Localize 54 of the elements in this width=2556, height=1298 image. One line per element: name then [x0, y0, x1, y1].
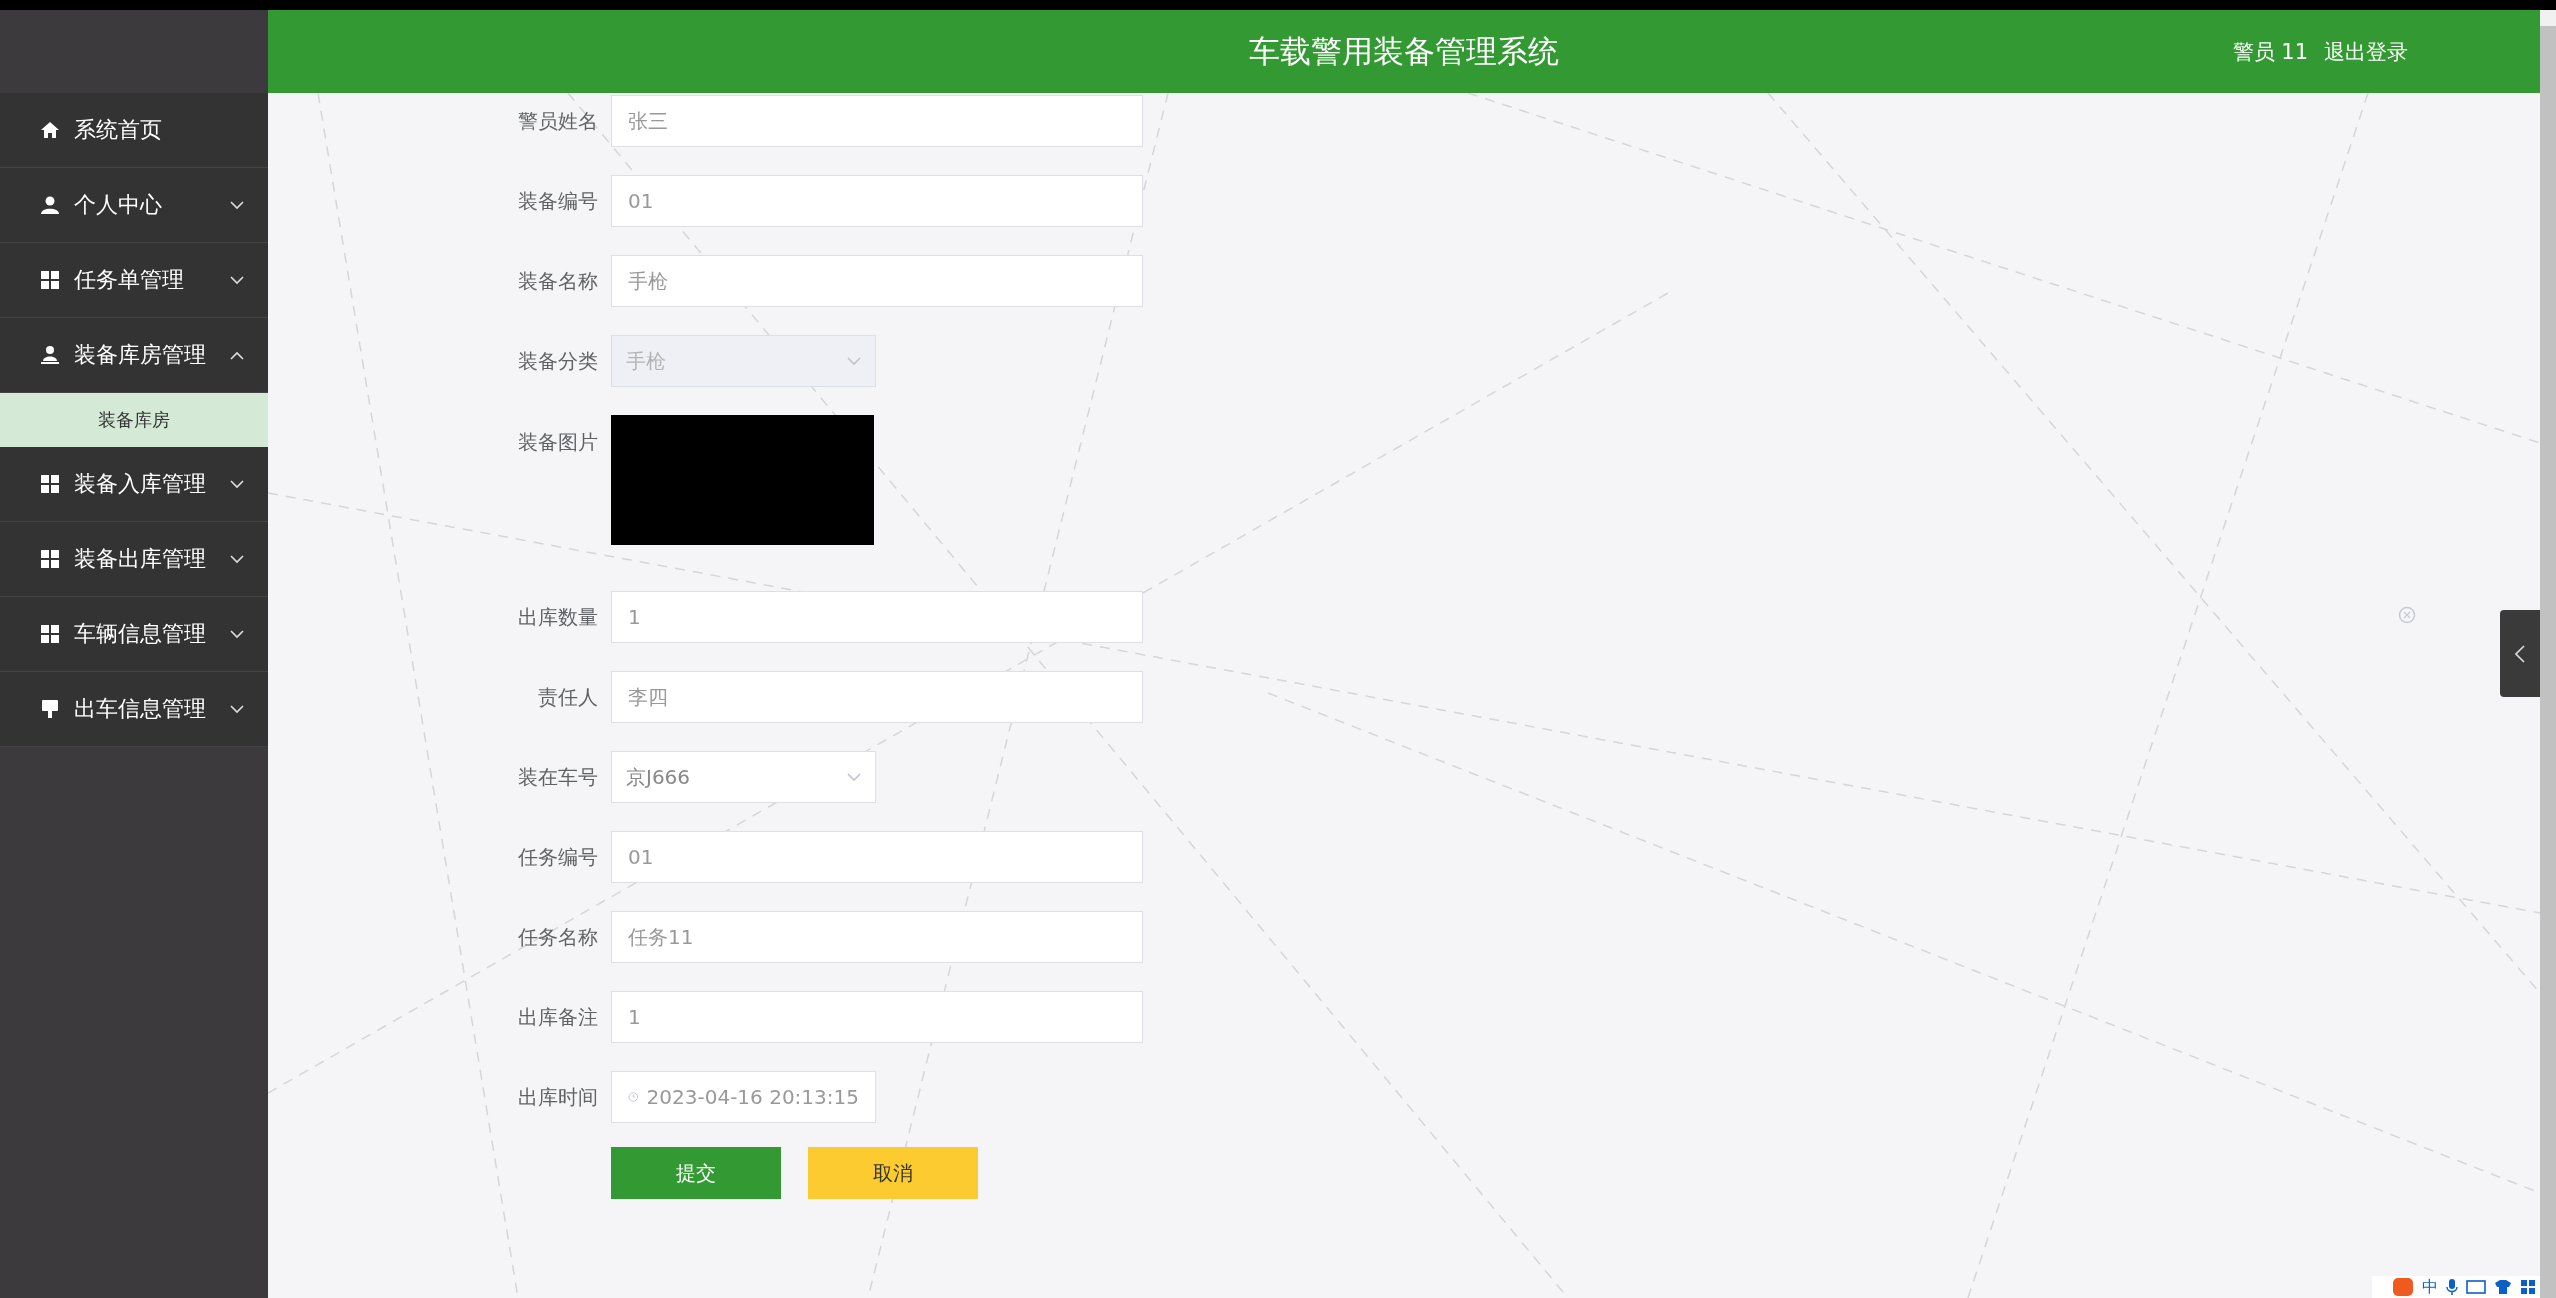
field-label: 出库备注: [517, 1003, 598, 1031]
field-label: 责任人: [537, 683, 598, 711]
cancel-button[interactable]: 取消: [808, 1147, 978, 1199]
clock-icon: [628, 1089, 639, 1105]
chevron-icon: [230, 350, 244, 360]
text-field[interactable]: 任务11: [611, 911, 1143, 963]
sidebar-submenu-item[interactable]: 装备库房: [0, 393, 268, 447]
chevron-icon: [847, 356, 861, 366]
logout-link[interactable]: 退出登录: [2324, 37, 2408, 66]
text-field[interactable]: 1: [611, 991, 1143, 1043]
chevron-icon: [230, 275, 244, 285]
keyboard-icon[interactable]: [2466, 1280, 2486, 1294]
chevron-icon: [230, 629, 244, 639]
chevron-icon: [847, 772, 861, 782]
text-field[interactable]: 01: [611, 831, 1143, 883]
chevron-icon: [2515, 644, 2525, 663]
field-label: 装备编号: [517, 187, 598, 215]
text-field[interactable]: 张三: [611, 95, 1143, 147]
shirt-icon[interactable]: [2494, 1279, 2512, 1295]
chevron-icon: [230, 704, 244, 714]
stamp-icon: [40, 345, 60, 365]
pin-icon: [40, 699, 60, 719]
home-icon: [40, 120, 60, 140]
grid-icon: [40, 474, 60, 494]
chevron-icon: [230, 200, 244, 210]
text-field[interactable]: 01: [611, 175, 1143, 227]
field-label: 装备图片: [517, 429, 598, 456]
field-label: 任务名称: [517, 923, 598, 951]
field-label: 装在车号: [517, 763, 598, 791]
field-label: 出库数量: [517, 603, 598, 631]
app-title: 车载警用装备管理系统: [1249, 32, 1559, 69]
submit-button[interactable]: 提交: [611, 1147, 781, 1199]
select-field[interactable]: 京J666: [611, 751, 876, 803]
grid-icon[interactable]: [2520, 1279, 2536, 1295]
chevron-icon: [230, 479, 244, 489]
grid-icon: [40, 549, 60, 569]
field-label: 警员姓名: [517, 107, 598, 135]
date-time-field[interactable]: 2023-04-16 20:13:15: [611, 1071, 876, 1123]
grid-icon: [40, 270, 60, 290]
field-label: 任务编号: [517, 843, 598, 871]
microphone-icon[interactable]: [2446, 1278, 2458, 1296]
close-circle-icon: [2398, 606, 2416, 624]
user-icon: [40, 195, 60, 215]
chevron-icon: [230, 554, 244, 564]
text-field[interactable]: 手枪: [611, 255, 1143, 307]
ime-logo-icon[interactable]: [2392, 1277, 2414, 1297]
ime-mode-label[interactable]: 中: [2422, 1276, 2438, 1298]
text-field[interactable]: 1: [611, 591, 1143, 643]
field-label: 出库时间: [517, 1083, 598, 1111]
user-name: 警员 11: [2232, 38, 2308, 66]
text-field[interactable]: 李四: [611, 671, 1143, 723]
field-label: 装备名称: [517, 267, 598, 295]
grid-icon: [40, 624, 60, 644]
field-label: 装备分类: [517, 347, 598, 375]
